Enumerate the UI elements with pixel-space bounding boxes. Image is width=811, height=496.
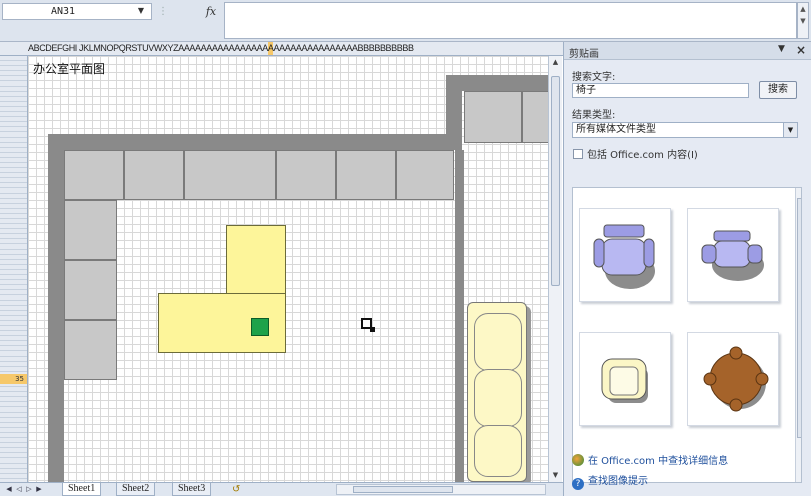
tab-sheet1[interactable]: Sheet1 <box>62 483 102 496</box>
last-sheet-icon[interactable]: ▶ <box>34 483 44 496</box>
wall-right-lower <box>455 150 464 482</box>
next-sheet-icon[interactable]: ▷ <box>24 483 34 496</box>
formula-bar-scroll[interactable]: ▲ ▼ <box>797 2 809 39</box>
include-office-checkbox[interactable]: 包括 Office.com 内容(I) <box>573 146 698 161</box>
excel-window: AN31 ▼ ⋮ fx ▲ ▼ ABCDEFGHI JKLMNOPQRSTUVW… <box>0 0 811 496</box>
worksheet-grid[interactable]: 办公室平面图 <box>28 56 548 482</box>
cabinet[interactable] <box>64 200 117 260</box>
cabinet[interactable] <box>336 150 396 200</box>
cabinet[interactable] <box>64 320 117 380</box>
cabinet[interactable] <box>464 91 522 143</box>
first-sheet-icon[interactable]: ◀ <box>4 483 14 496</box>
search-input[interactable]: 椅子 <box>572 83 749 98</box>
clip-purple-armchair[interactable] <box>687 208 779 302</box>
column-letters-tail: AAAAAAAAAAAAAAABBBBBBBBBB <box>273 43 414 53</box>
column-letters: ABCDEFGHI JKLMNOPQRSTUVWXYZAAAAAAAAAAAAA… <box>28 43 268 53</box>
clip-yellow-armchair[interactable] <box>579 332 671 426</box>
chevron-down-icon[interactable]: ▼ <box>783 123 797 137</box>
scroll-thumb[interactable] <box>797 198 801 438</box>
image-tips-link[interactable]: ? 查找图像提示 <box>572 472 648 490</box>
clip-art-pane: 剪贴画 ▼ × 搜索文字: 椅子 搜索 结果类型: 所有媒体文件类型 ▼ 包括 … <box>563 42 811 496</box>
chair-icon <box>601 358 648 403</box>
results-scrollbar[interactable] <box>795 188 801 482</box>
arrow-up-icon[interactable]: ▲ <box>798 3 808 15</box>
arrow-up-icon[interactable]: ▲ <box>549 56 562 69</box>
cursor-icon <box>361 318 375 332</box>
scroll-thumb[interactable] <box>551 76 560 286</box>
cabinet[interactable] <box>124 150 184 200</box>
chair-icon <box>701 230 764 281</box>
green-shape[interactable] <box>251 318 269 336</box>
column-header[interactable]: ABCDEFGHI JKLMNOPQRSTUVWXYZAAAAAAAAAAAAA… <box>0 42 566 56</box>
insert-function-icon[interactable]: fx <box>203 4 219 19</box>
chair-icon <box>593 224 655 289</box>
scroll-thumb[interactable] <box>353 486 453 493</box>
sofa-cushion <box>474 369 522 427</box>
result-type-select[interactable]: 所有媒体文件类型 ▼ <box>572 122 798 138</box>
search-label: 搜索文字: <box>572 72 616 83</box>
wall-right-top <box>446 75 548 91</box>
pane-header: 剪贴画 ▼ × <box>564 42 811 60</box>
image-tips-link-label: 查找图像提示 <box>588 476 648 487</box>
cabinet[interactable] <box>522 91 548 143</box>
cabinet[interactable] <box>184 150 276 200</box>
cabinet[interactable] <box>276 150 336 200</box>
office-com-link-label: 在 Office.com 中查找详细信息 <box>588 456 729 467</box>
search-button[interactable]: 搜索 <box>759 81 797 99</box>
sofa[interactable] <box>467 302 527 482</box>
page-title: 办公室平面图 <box>33 62 106 76</box>
cabinet[interactable] <box>64 150 124 200</box>
sofa-cushion <box>474 425 522 477</box>
wall-left <box>48 134 64 482</box>
tab-sheet3[interactable]: Sheet3 <box>172 483 212 496</box>
help-icon: ? <box>572 478 584 490</box>
sheet-tabs-bar: ◀ ◁ ▷ ▶ Sheet1 Sheet2 Sheet3 ↺ <box>0 482 566 496</box>
tab-sheet2[interactable]: Sheet2 <box>116 483 156 496</box>
select-all-corner[interactable] <box>0 42 28 55</box>
table-icon <box>703 346 769 412</box>
arrow-down-icon[interactable]: ▼ <box>798 15 808 27</box>
pane-title: 剪贴画 <box>569 49 599 60</box>
active-row-number: 35 <box>0 374 27 384</box>
insert-sheet-icon[interactable]: ↺ <box>232 483 240 496</box>
vertical-scrollbar[interactable]: ▲ ▼ <box>548 56 562 482</box>
chevron-down-icon[interactable]: ▼ <box>136 5 146 17</box>
separator-icon: ⋮ <box>158 6 168 17</box>
cabinet[interactable] <box>396 150 454 200</box>
checkbox-icon[interactable] <box>573 149 583 159</box>
horizontal-scrollbar[interactable] <box>336 484 546 495</box>
row-header[interactable]: 35 <box>0 56 28 482</box>
chevron-down-icon[interactable]: ▼ <box>778 44 785 54</box>
prev-sheet-icon[interactable]: ◁ <box>14 483 24 496</box>
clip-brown-round-table[interactable] <box>687 332 779 426</box>
arrow-down-icon[interactable]: ▼ <box>549 469 562 482</box>
sofa-cushion <box>474 313 522 371</box>
formula-bar: AN31 ▼ ⋮ fx ▲ ▼ <box>0 0 811 42</box>
result-type-value: 所有媒体文件类型 <box>576 124 656 135</box>
result-type-label: 结果类型: <box>572 110 616 121</box>
cabinet[interactable] <box>64 260 117 320</box>
wall-top <box>48 134 462 150</box>
clip-results <box>572 187 802 483</box>
close-icon[interactable]: × <box>796 43 806 57</box>
formula-input[interactable] <box>224 2 797 39</box>
globe-icon <box>572 454 584 466</box>
clip-purple-swivel-chair[interactable] <box>579 208 671 302</box>
office-com-link[interactable]: 在 Office.com 中查找详细信息 <box>572 452 728 467</box>
name-box[interactable]: AN31 <box>2 3 152 20</box>
include-office-label: 包括 Office.com 内容(I) <box>587 150 698 161</box>
